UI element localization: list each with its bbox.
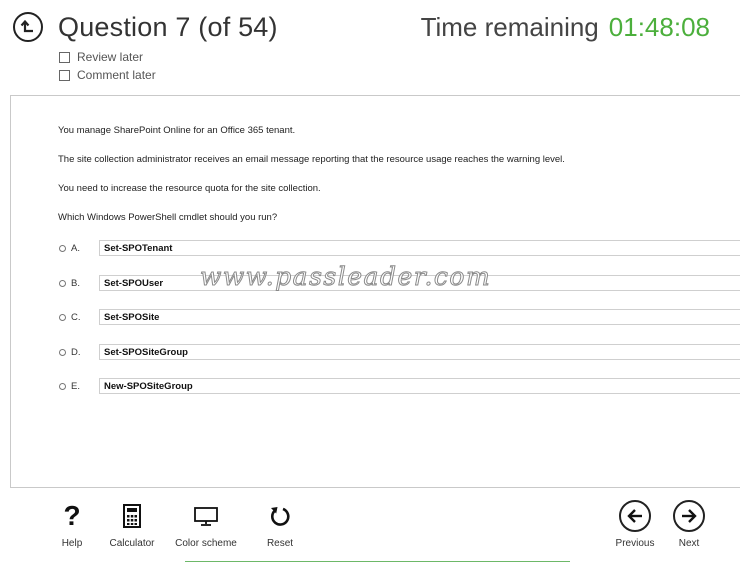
calculator-button[interactable]: Calculator [104, 500, 160, 549]
radio-button[interactable] [59, 244, 66, 252]
option-text-box[interactable]: Set-SPOSiteGroup [99, 344, 740, 360]
reset-label: Reset [266, 538, 294, 549]
next-button[interactable]: Next [668, 500, 710, 549]
option-letter: D. [71, 346, 81, 358]
review-later-label: Review later [77, 50, 144, 64]
watermark: www.passleader.com [199, 262, 492, 292]
question-paragraph: You need to increase the resource quota … [58, 183, 321, 194]
option-letter: E. [71, 380, 80, 392]
time-remaining-value: 01:48:08 [608, 12, 710, 42]
review-later-checkbox[interactable]: Review later [59, 50, 143, 64]
timer: Time remaining 01:48:08 [421, 12, 710, 43]
left-arrow-circle-icon [619, 500, 651, 532]
option-text-box[interactable]: Set-SPOTenant [99, 240, 740, 256]
radio-button[interactable] [59, 313, 66, 321]
previous-label: Previous [615, 538, 655, 549]
option-letter: B. [71, 277, 80, 289]
radio-button[interactable] [59, 279, 66, 287]
calculator-label: Calculator [109, 538, 155, 549]
comment-later-box[interactable] [59, 69, 70, 81]
option-text: Set-SPOSite [104, 311, 160, 323]
question-prompt: Which Windows PowerShell cmdlet should y… [58, 212, 278, 223]
radio-button[interactable] [59, 348, 66, 356]
option-text: Set-SPOTenant [104, 242, 173, 254]
bottom-toolbar: ? Help Calculator Color scheme Reset Pre… [0, 490, 740, 563]
reset-button[interactable]: Reset [262, 500, 298, 549]
answer-option-e[interactable]: E. New-SPOSiteGroup [59, 378, 740, 394]
header: Question 7 (of 54) Review later Comment … [0, 0, 740, 92]
previous-button[interactable]: Previous [611, 500, 659, 549]
answer-option-a[interactable]: A. Set-SPOTenant [59, 240, 740, 256]
help-button[interactable]: ? Help [52, 500, 92, 549]
rotate-arrow-icon [270, 507, 290, 526]
color-scheme-label: Color scheme [175, 538, 237, 549]
progress-indicator [185, 561, 570, 562]
radio-button[interactable] [59, 382, 66, 390]
next-label: Next [678, 538, 700, 549]
option-letter: C. [71, 311, 81, 323]
comment-later-label: Comment later [77, 68, 156, 82]
review-later-box[interactable] [59, 51, 70, 63]
monitor-icon [194, 507, 218, 526]
option-text-box[interactable]: Set-SPOSite [99, 309, 740, 325]
color-scheme-button[interactable]: Color scheme [170, 500, 242, 549]
option-text: New-SPOSiteGroup [104, 380, 193, 392]
question-title: Question 7 (of 54) [58, 12, 278, 42]
calculator-icon [123, 504, 141, 528]
time-remaining-label: Time remaining [420, 12, 599, 42]
option-letter: A. [71, 242, 80, 254]
up-arrow-circle-icon [20, 19, 33, 33]
right-arrow-circle-icon [673, 500, 705, 532]
option-text: Set-SPOSiteGroup [104, 346, 188, 358]
question-paragraph: The site collection administrator receiv… [58, 154, 565, 165]
answer-option-d[interactable]: D. Set-SPOSiteGroup [59, 344, 740, 360]
question-paragraph: You manage SharePoint Online for an Offi… [58, 125, 296, 136]
option-text-box[interactable]: New-SPOSiteGroup [99, 378, 740, 394]
question-panel: You manage SharePoint Online for an Offi… [10, 95, 740, 488]
comment-later-checkbox[interactable]: Comment later [59, 68, 156, 82]
answer-option-c[interactable]: C. Set-SPOSite [59, 309, 740, 325]
help-label: Help [61, 538, 83, 549]
option-text: Set-SPOUser [104, 277, 164, 289]
question-mark-icon: ? [63, 500, 81, 531]
back-button[interactable] [13, 12, 43, 42]
